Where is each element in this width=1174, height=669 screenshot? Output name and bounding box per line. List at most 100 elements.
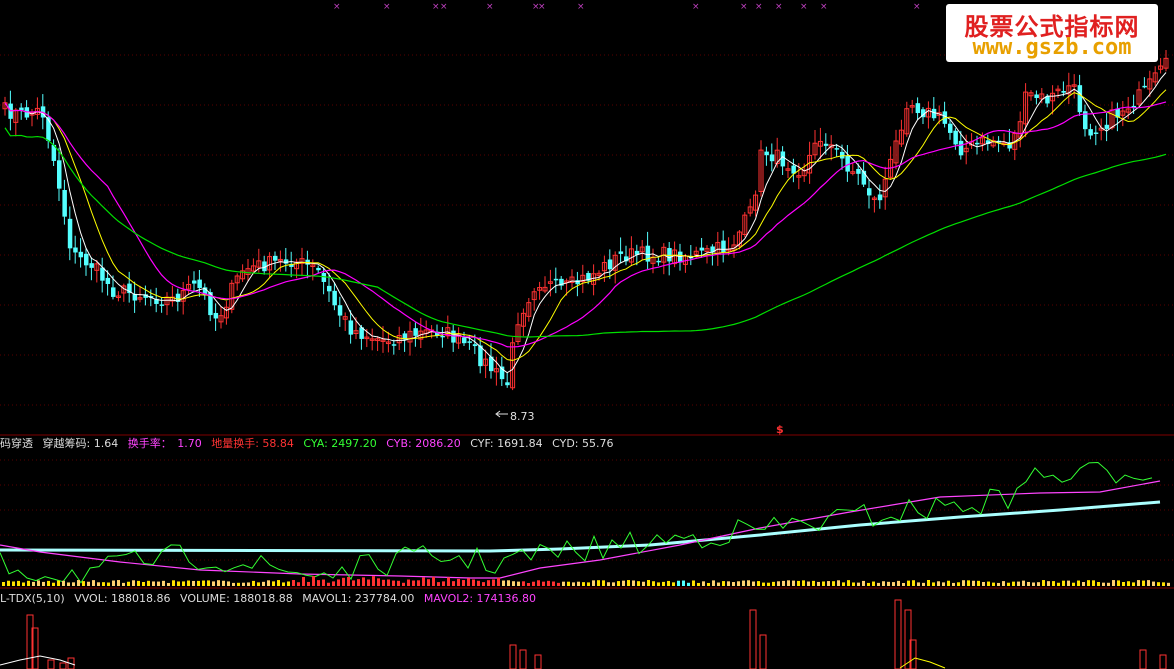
chip-bar bbox=[662, 581, 665, 586]
chip-bar bbox=[632, 580, 635, 586]
chip-bar bbox=[847, 580, 850, 586]
chip-bar bbox=[957, 582, 960, 586]
stock-chart[interactable]: × × × × × ×× × × × × × × × × 8.73 $ bbox=[0, 0, 1174, 669]
chip-bar bbox=[57, 580, 60, 586]
chip-bar bbox=[1112, 580, 1115, 586]
chip-bar bbox=[227, 581, 230, 586]
chip-label-0: 码穿透 bbox=[0, 437, 33, 450]
chip-bar bbox=[387, 579, 390, 586]
chip-bar bbox=[412, 580, 415, 586]
volume-indicator-bar: L-TDX(5,10) VVOL: 188018.86 VOLUME: 1880… bbox=[0, 591, 542, 607]
chip-bar bbox=[772, 581, 775, 586]
chip-bar bbox=[342, 577, 345, 586]
chip-bar bbox=[32, 581, 35, 586]
chip-bar bbox=[1122, 582, 1125, 586]
chip-bar bbox=[157, 581, 160, 586]
chip-bar bbox=[407, 579, 410, 586]
chip-bar bbox=[667, 580, 670, 586]
chip-bar bbox=[1007, 582, 1010, 586]
chip-bar bbox=[287, 581, 290, 586]
chip-bar bbox=[12, 581, 15, 586]
chip-bar bbox=[17, 580, 20, 586]
chip-bar bbox=[487, 580, 490, 586]
chip-bar bbox=[152, 581, 155, 586]
chip-bar bbox=[147, 580, 150, 586]
chip-label-3: 1.70 bbox=[177, 437, 202, 450]
candle-body bbox=[764, 151, 769, 156]
chip-bar bbox=[47, 580, 50, 586]
chip-bar bbox=[442, 581, 445, 586]
chip-bar bbox=[332, 581, 335, 586]
chip-bar bbox=[272, 581, 275, 586]
chip-bar bbox=[282, 582, 285, 586]
candle-body bbox=[78, 251, 84, 258]
chip-bar bbox=[602, 580, 605, 586]
top-signal-marker: × bbox=[740, 2, 748, 12]
chip-bar bbox=[352, 580, 355, 586]
chip-bar bbox=[1132, 582, 1135, 586]
top-signal-marker: × bbox=[755, 2, 763, 12]
chip-bar bbox=[792, 580, 795, 586]
mavol2-line bbox=[899, 657, 946, 669]
chip-bar bbox=[267, 580, 270, 586]
chip-bar bbox=[492, 579, 495, 586]
volume-bar bbox=[1139, 649, 1147, 669]
chip-bar bbox=[952, 582, 955, 586]
candle-body bbox=[877, 194, 883, 201]
ma10-line bbox=[4, 89, 1167, 361]
chip-bar bbox=[647, 580, 650, 586]
chip-bar bbox=[202, 580, 205, 586]
chip-bar bbox=[52, 582, 55, 586]
candle-body bbox=[213, 312, 219, 319]
cyb-line bbox=[0, 480, 1161, 579]
chip-bar bbox=[607, 582, 610, 586]
chip-bar bbox=[547, 580, 550, 586]
chip-bar bbox=[707, 582, 710, 586]
chip-bar bbox=[822, 581, 825, 586]
chip-bar bbox=[827, 581, 830, 586]
candle-body bbox=[915, 103, 921, 114]
chip-bar bbox=[432, 576, 435, 586]
chip-bar bbox=[137, 580, 140, 586]
volume-bar bbox=[59, 662, 67, 669]
chip-bar bbox=[177, 581, 180, 586]
candle-body bbox=[975, 142, 980, 145]
chip-bar bbox=[877, 582, 880, 586]
candle-body bbox=[57, 160, 62, 189]
candle-body bbox=[337, 305, 343, 316]
chip-bar bbox=[1157, 582, 1160, 586]
top-signal-marker: × bbox=[775, 2, 783, 12]
chip-indicator-bar: 码穿透 穿越筹码: 1.64 换手率： 1.70 地量换手: 58.84 CYA… bbox=[0, 436, 619, 452]
chip-bar bbox=[172, 580, 175, 586]
chip-bar bbox=[117, 580, 120, 586]
candle-body bbox=[780, 151, 786, 167]
chip-bar bbox=[222, 580, 225, 586]
candle-body bbox=[953, 130, 958, 145]
top-signal-marker: × bbox=[333, 2, 341, 12]
candle-body bbox=[1088, 129, 1093, 136]
chip-distribution-panel[interactable] bbox=[0, 459, 1174, 589]
chip-bar bbox=[612, 582, 615, 586]
price-panel[interactable]: × × × × × ×× × × × × × × × × bbox=[0, 2, 1174, 436]
chip-bar bbox=[67, 582, 70, 586]
chip-bar bbox=[702, 581, 705, 586]
candle-body bbox=[467, 341, 472, 343]
watermark-url: www.gszb.com bbox=[972, 35, 1132, 60]
chip-bar bbox=[782, 580, 785, 586]
chip-bar bbox=[552, 581, 555, 586]
chip-bar bbox=[82, 581, 85, 586]
candle-body bbox=[867, 188, 872, 196]
chip-bar bbox=[1152, 581, 1155, 586]
chip-bar bbox=[477, 580, 480, 586]
top-signal-marker: × bbox=[820, 2, 828, 12]
chip-label-4: 地量换手: 58.84 bbox=[211, 437, 294, 450]
candle-body bbox=[273, 255, 278, 261]
chip-bar bbox=[922, 582, 925, 586]
chip-bar bbox=[917, 582, 920, 586]
candle-body bbox=[1061, 90, 1066, 93]
volume-panel[interactable] bbox=[0, 599, 1167, 669]
chip-bar bbox=[817, 581, 820, 586]
candle-body bbox=[931, 108, 937, 119]
candle-body bbox=[769, 154, 775, 162]
volume-bar bbox=[534, 654, 542, 669]
